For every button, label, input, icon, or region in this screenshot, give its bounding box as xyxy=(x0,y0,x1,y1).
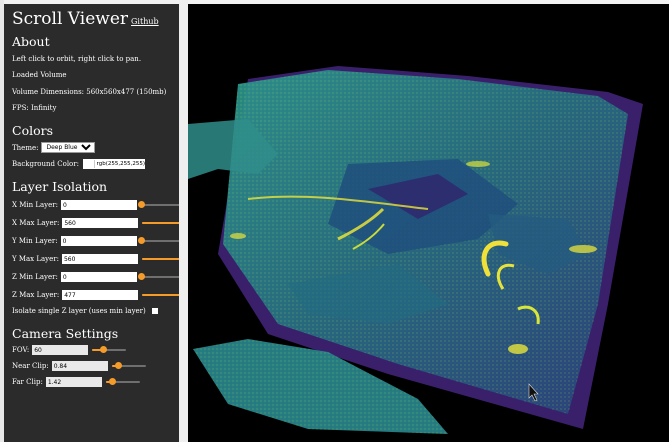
field-label: Near Clip: xyxy=(12,362,49,370)
slider-thumb[interactable] xyxy=(137,201,145,208)
slider-track xyxy=(140,240,181,242)
field-label: Z Max Layer: xyxy=(12,291,60,299)
field-label: X Min Layer: xyxy=(12,201,58,209)
camera-settings-heading: Camera Settings xyxy=(12,326,119,341)
panel-divider xyxy=(179,0,188,442)
background-color-picker[interactable]: rgb(255,255,255) xyxy=(82,159,145,169)
field-label: Y Max Layer: xyxy=(12,255,59,263)
color-swatch xyxy=(82,160,95,168)
value-input[interactable] xyxy=(61,254,138,264)
value-input[interactable] xyxy=(51,361,108,371)
field-label: Y Min Layer: xyxy=(12,237,58,245)
load-status-text: Loaded Volume xyxy=(12,71,67,79)
field-label: Far Clip: xyxy=(12,378,43,386)
background-color-label: Background Color: xyxy=(12,160,79,168)
volume-dimensions-text: Volume Dimensions: 560x560x477 (150mb) xyxy=(12,88,167,96)
value-input[interactable] xyxy=(62,290,139,300)
range-slider[interactable] xyxy=(111,361,146,371)
slider-fill xyxy=(142,294,183,296)
range-slider[interactable] xyxy=(141,254,186,264)
github-link[interactable]: Github xyxy=(131,17,159,26)
isolate-z-checkbox[interactable] xyxy=(151,308,158,314)
volume-viewport[interactable] xyxy=(188,4,669,442)
slider-fill xyxy=(142,222,183,224)
field-label: X Max Layer: xyxy=(12,219,60,227)
value-input[interactable] xyxy=(32,345,89,355)
controls-panel: Scroll Viewer Github About Left click to … xyxy=(4,4,187,442)
colors-heading: Colors xyxy=(12,123,54,138)
isolate-z-row: Isolate single Z layer (uses min layer) xyxy=(12,307,158,315)
range-slider[interactable] xyxy=(142,218,187,228)
range-slider[interactable] xyxy=(137,200,181,210)
layers-items-row: X Max Layer: xyxy=(12,218,187,228)
slider-track xyxy=(140,276,181,278)
value-input[interactable] xyxy=(60,272,137,282)
layers-items-row: Y Max Layer: xyxy=(12,254,186,264)
value-input[interactable] xyxy=(62,218,139,228)
app-header: Scroll Viewer Github xyxy=(12,8,179,33)
range-slider[interactable] xyxy=(137,272,181,282)
slider-track xyxy=(140,204,181,206)
app-title: Scroll Viewer xyxy=(12,9,129,29)
layers-items-row: Z Max Layer: xyxy=(12,290,187,300)
theme-row: Theme: Deep Blue xyxy=(12,142,96,153)
field-label: Z Min Layer: xyxy=(12,273,58,281)
isolate-z-label: Isolate single Z layer (uses min layer) xyxy=(12,307,146,315)
slider-fill xyxy=(141,258,182,260)
theme-label: Theme: xyxy=(12,143,39,152)
slider-thumb[interactable] xyxy=(137,237,145,244)
range-slider[interactable] xyxy=(137,236,181,246)
background-color-row: Background Color: rgb(255,255,255) xyxy=(12,159,145,169)
instructions-text: Left click to orbit, right click to pan. xyxy=(12,55,142,63)
value-input[interactable] xyxy=(60,236,137,246)
volume-surface xyxy=(188,66,643,434)
slider-thumb[interactable] xyxy=(114,362,122,369)
layers-items-row: X Min Layer: xyxy=(12,200,181,210)
value-input[interactable] xyxy=(45,377,102,387)
camera-items-row: FOV: xyxy=(12,345,127,355)
range-slider[interactable] xyxy=(105,377,140,387)
value-input[interactable] xyxy=(60,200,137,210)
volume-render xyxy=(188,66,643,434)
layer-isolation-heading: Layer Isolation xyxy=(12,179,108,194)
fps-text: FPS: Infinity xyxy=(12,104,57,112)
layers-items-row: Y Min Layer: xyxy=(12,236,181,246)
field-label: FOV: xyxy=(12,346,30,354)
slider-thumb[interactable] xyxy=(108,378,116,385)
camera-items-row: Far Clip: xyxy=(12,377,140,387)
range-slider[interactable] xyxy=(142,290,187,300)
range-slider[interactable] xyxy=(92,345,127,355)
about-heading: About xyxy=(12,34,50,49)
camera-items-row: Near Clip: xyxy=(12,361,146,371)
layers-items-row: Z Min Layer: xyxy=(12,272,181,282)
slider-thumb[interactable] xyxy=(100,346,108,353)
theme-select[interactable]: Deep Blue xyxy=(41,142,96,153)
slider-thumb[interactable] xyxy=(137,273,145,280)
background-color-value: rgb(255,255,255) xyxy=(96,161,145,167)
